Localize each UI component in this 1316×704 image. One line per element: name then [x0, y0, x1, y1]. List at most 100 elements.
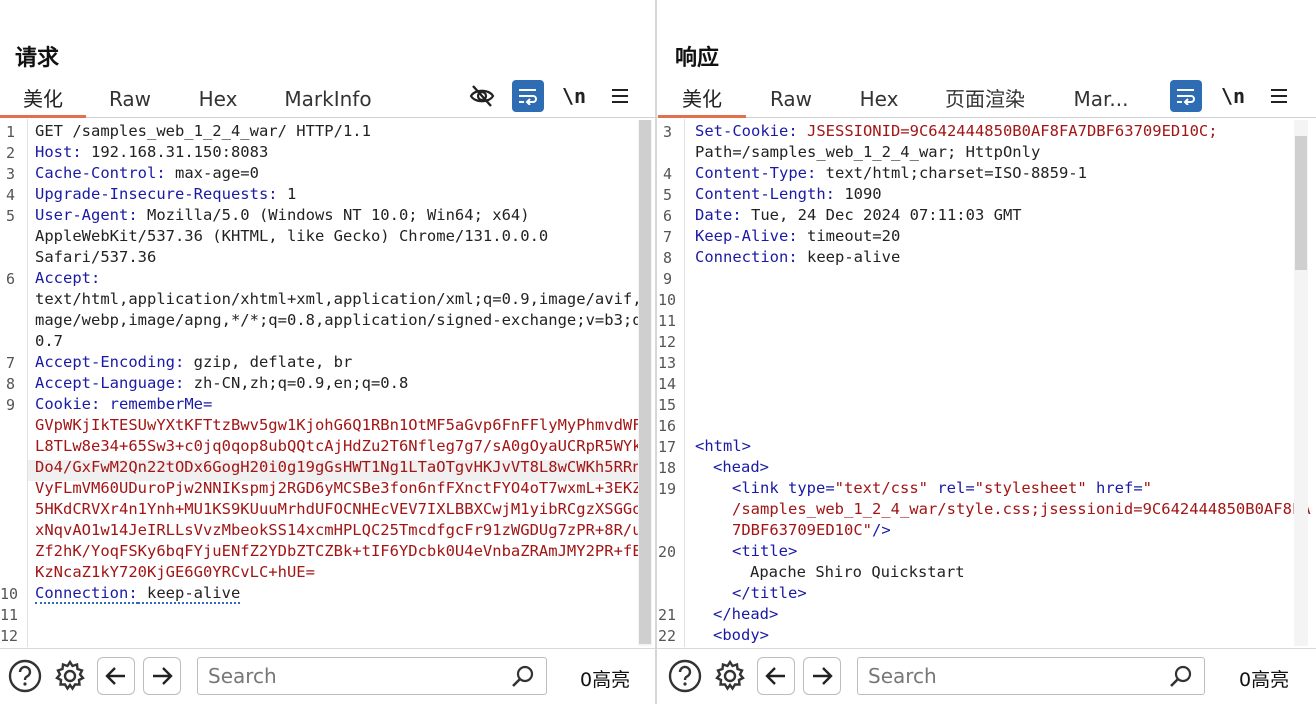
line-number: 5 [663, 186, 673, 204]
header-key: Upgrade-Insecure-Requests: [35, 185, 278, 203]
next-button[interactable] [143, 657, 181, 695]
line-number: 12 [0, 627, 19, 645]
cookie-value-line: VyFLmVM60UDuroPjw2NNIKspmj2RGD6yMCSBe3fo… [35, 479, 651, 497]
header-key: Date: [695, 206, 742, 224]
settings-button[interactable] [713, 659, 747, 693]
highlight-count: 0高亮 [1239, 669, 1290, 691]
request-line: GET /samples_web_1_2_4_war/ HTTP/1.1 [35, 122, 371, 140]
line-number: 15 [658, 396, 677, 414]
attr-value: "stylesheet" [974, 479, 1087, 497]
code-line: Keep-Alive: timeout=20 [695, 226, 900, 247]
menu-button[interactable] [604, 80, 636, 112]
code-line: Accept-Language: zh-CN,zh;q=0.9,en;q=0.8 [35, 373, 408, 394]
html-tag: <body> [713, 626, 769, 644]
next-button[interactable] [803, 657, 841, 695]
code-line: <body> [713, 625, 769, 646]
word-wrap-button[interactable] [1170, 80, 1202, 112]
header-key: Host: [35, 143, 82, 161]
previous-button[interactable] [97, 657, 135, 695]
tab-raw[interactable]: Raw [753, 80, 829, 118]
line-number: 11 [658, 312, 677, 330]
header-key: Connection: [35, 584, 138, 604]
cookie-value-line: GVpWKjIkTESUwYXtKFTtzBwv5gw1KjohG6Q1RBn1… [35, 416, 651, 434]
response-search-input[interactable] [858, 658, 1158, 694]
line-number: 13 [658, 354, 677, 372]
hamburger-menu-icon [1271, 89, 1287, 103]
previous-button[interactable] [757, 657, 795, 695]
request-scrollbar[interactable] [638, 120, 652, 646]
attr-value: 7DBF63709ED10C" [732, 521, 872, 539]
newline-toggle[interactable]: \n [1217, 80, 1249, 112]
attr-name: href= [1086, 479, 1143, 497]
newline-toggle[interactable]: \n [558, 80, 590, 112]
code-line: Cache-Control: max-age=0 [35, 163, 259, 184]
arrow-left-icon [105, 667, 125, 685]
tab-markinfo[interactable]: Mar... [1061, 80, 1141, 118]
search-icon[interactable] [510, 664, 536, 694]
line-number: 12 [658, 333, 677, 351]
attr-name: rel= [928, 479, 975, 497]
line-number: 1 [6, 123, 16, 141]
cookie-value-line: 5HKdCRVXr4n1Ynh+MU1KS9KUuuMrhdUFOCNHEcVE… [35, 500, 651, 518]
header-key: Set-Cookie: [695, 122, 798, 140]
response-scrollbar[interactable] [1294, 120, 1308, 646]
header-key: Connection: [695, 248, 798, 266]
header-value: 192.168.31.150:8083 [81, 143, 269, 161]
help-button[interactable] [8, 659, 42, 693]
tab-markinfo[interactable]: MarkInfo [270, 80, 386, 118]
tab-pretty[interactable]: 美化 [658, 80, 746, 118]
menu-button[interactable] [1263, 80, 1295, 112]
header-value: Tue, 24 Dec 2024 07:11:03 GMT [741, 206, 1022, 224]
line-number: 7 [663, 228, 673, 246]
header-value: max-age=0 [165, 164, 259, 182]
header-value: mage/webp,image/apng,*/*;q=0.8,applicati… [35, 311, 651, 329]
header-value: Safari/537.36 [35, 248, 157, 266]
line-number: 7 [6, 354, 16, 372]
html-tag: <link [732, 479, 779, 497]
header-key: Cache-Control: [35, 164, 166, 182]
tab-raw[interactable]: Raw [92, 80, 168, 118]
request-scrollbar-thumb[interactable] [639, 120, 651, 644]
line-number: 8 [6, 375, 16, 393]
search-icon[interactable] [1168, 664, 1194, 694]
response-scrollbar-thumb[interactable] [1295, 136, 1307, 270]
response-editor[interactable]: 3 4 5 6 7 8 9 10 11 12 13 14 15 16 17 18… [657, 119, 1316, 647]
tab-hex[interactable]: Hex [841, 80, 917, 118]
code-line: Content-Length: 1090 [695, 184, 882, 205]
header-value: 1090 [834, 185, 882, 203]
request-search-input[interactable] [198, 658, 498, 694]
header-value: keep-alive [797, 248, 901, 266]
header-key: Content-Type: [695, 164, 817, 182]
html-tag: /> [871, 521, 891, 539]
eye-slash-icon [469, 85, 495, 107]
arrow-right-icon [813, 667, 833, 685]
code-line: <html> [695, 436, 751, 457]
tab-hex[interactable]: Hex [180, 80, 256, 118]
text-content: Apache Shiro Quickstart [750, 563, 965, 581]
word-wrap-button[interactable] [512, 80, 544, 112]
line-number: 21 [658, 606, 677, 624]
code-line: Accept: [35, 268, 100, 289]
code-line: text/html,application/xhtml+xml,applicat… [35, 289, 651, 310]
code-line: <link type="text/css" rel="stylesheet" h… [732, 478, 1152, 499]
code-line: </head> [713, 604, 778, 625]
request-search-box [197, 657, 547, 695]
line-number: 6 [663, 207, 673, 225]
help-button[interactable] [668, 659, 702, 693]
attr-value: /samples_web_1_2_4_war/style.css;jsessio… [732, 500, 1311, 518]
settings-button[interactable] [53, 659, 87, 693]
code-line: <head> [713, 457, 769, 478]
code-line: Connection: keep-alive [695, 247, 900, 268]
line-number: 19 [658, 480, 677, 498]
hide-button[interactable] [466, 80, 498, 112]
request-editor[interactable]: 1 2 3 4 5 6 7 8 9 10 11 12 GET /samples_… [0, 119, 655, 647]
header-key: Content-Length: [695, 185, 835, 203]
response-search-box [857, 657, 1205, 695]
tab-pretty[interactable]: 美化 [0, 80, 86, 118]
code-line: 0.7 [35, 331, 63, 352]
gear-icon [55, 659, 85, 691]
code-line: Content-Type: text/html;charset=ISO-8859… [695, 163, 1087, 184]
gear-icon [715, 659, 745, 691]
highlight-count: 0高亮 [580, 669, 631, 691]
tab-render[interactable]: 页面渲染 [935, 80, 1035, 118]
